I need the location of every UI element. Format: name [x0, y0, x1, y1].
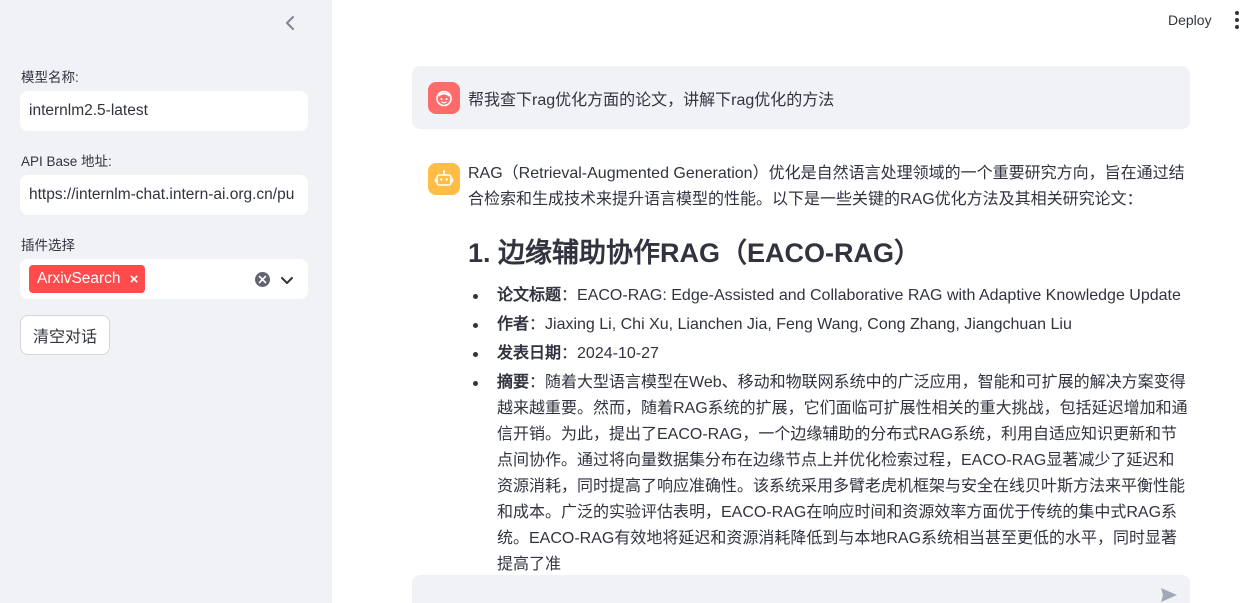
list-item: 作者：Jiaxing Li, Chi Xu, Lianchen Jia, Fen… — [468, 312, 1190, 338]
chat-input[interactable] — [412, 575, 1190, 603]
deploy-button[interactable]: Deploy — [1160, 9, 1220, 31]
more-options-icon[interactable] — [1229, 10, 1245, 30]
user-message-text: 帮我查下rag优化方面的论文，讲解下rag优化的方法 — [468, 92, 835, 109]
tag-remove-icon[interactable]: × — [130, 271, 139, 288]
clear-chat-button[interactable]: 清空对话 — [20, 315, 110, 355]
robot-icon — [434, 170, 454, 186]
sidebar: 模型名称: internlm2.5-latest API Base 地址: ht… — [0, 0, 332, 603]
field-value: ：随着大型语言模型在Web、移动和物联网系统中的广泛应用，智能和可扩展的解决方案… — [497, 374, 1188, 573]
field-key: 论文标题 — [497, 287, 562, 304]
field-key: 作者 — [497, 316, 530, 333]
api-base-input[interactable]: https://internlm-chat.intern-ai.org.cn/p… — [20, 175, 308, 215]
collapse-sidebar-button[interactable] — [278, 11, 302, 35]
section-heading: 1. 边缘辅助协作RAG（EACO-RAG） — [468, 238, 922, 268]
model-name-label: 模型名称: — [21, 70, 79, 85]
field-value: ：Jiaxing Li, Chi Xu, Lianchen Jia, Feng … — [529, 316, 1072, 333]
field-value: ：EACO-RAG: Edge-Assisted and Collaborati… — [561, 287, 1181, 304]
assistant-message-body: RAG（Retrieval-Augmented Generation）优化是自然… — [468, 161, 1190, 581]
paper-details-list: 论文标题：EACO-RAG: Edge-Assisted and Collabo… — [468, 283, 1190, 578]
list-item: 发表日期：2024-10-27 — [468, 341, 1190, 367]
list-item: 摘要：随着大型语言模型在Web、移动和物联网系统中的广泛应用，智能和可扩展的解决… — [468, 370, 1190, 578]
model-name-input[interactable]: internlm2.5-latest — [20, 91, 308, 131]
field-value: ：2024-10-27 — [561, 345, 659, 362]
assistant-intro-text: RAG（Retrieval-Augmented Generation）优化是自然… — [468, 165, 1185, 208]
user-avatar — [428, 82, 460, 114]
plugin-tag-label: ArxivSearch — [37, 270, 121, 287]
user-message: 帮我查下rag优化方面的论文，讲解下rag优化的方法 — [412, 66, 1190, 129]
plugin-multiselect[interactable]: ArxivSearch × — [20, 259, 308, 299]
chevron-left-icon — [286, 16, 294, 30]
api-base-label: API Base 地址: — [21, 154, 112, 169]
field-key: 摘要 — [497, 374, 530, 391]
user-face-icon — [436, 90, 452, 107]
assistant-avatar — [428, 163, 460, 195]
plugin-select-label: 插件选择 — [21, 238, 75, 253]
field-key: 发表日期 — [497, 345, 562, 362]
list-item: 论文标题：EACO-RAG: Edge-Assisted and Collabo… — [468, 283, 1190, 309]
clear-all-icon[interactable] — [255, 272, 270, 287]
chevron-down-icon[interactable] — [279, 272, 295, 288]
send-icon[interactable] — [1159, 585, 1179, 603]
assistant-message: RAG（Retrieval-Augmented Generation）优化是自然… — [412, 145, 1190, 573]
plugin-tag-arxivsearch: ArxivSearch × — [29, 265, 146, 293]
